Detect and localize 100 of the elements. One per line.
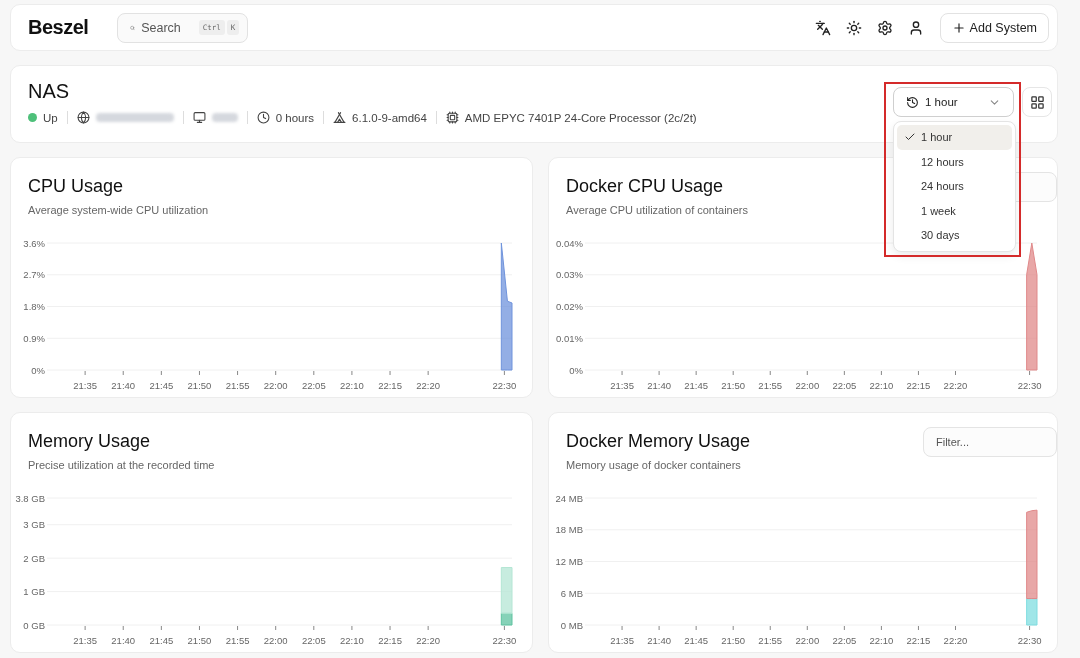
x-tick-label: 21:35 xyxy=(73,380,97,391)
x-tick-label: 21:45 xyxy=(149,380,174,391)
plus-icon xyxy=(951,20,966,35)
x-tick-label: 22:10 xyxy=(340,635,364,646)
y-tick-label: 24 MB xyxy=(555,492,583,504)
chart-subtitle: Average system-wide CPU utilization xyxy=(28,204,209,216)
x-tick-label: 21:40 xyxy=(647,380,671,391)
x-tick-label: 22:10 xyxy=(869,635,894,646)
settings-icon xyxy=(876,19,893,36)
x-tick-label: 21:45 xyxy=(149,635,174,646)
y-tick-label: 0.01% xyxy=(556,332,583,344)
y-tick-label: 0% xyxy=(569,364,583,376)
chart-title: CPU Usage xyxy=(28,176,125,197)
tick-mark xyxy=(198,370,200,376)
layout-button[interactable] xyxy=(1022,87,1052,117)
x-tick-label: 22:05 xyxy=(301,635,326,646)
y-tick-label: 6 MB xyxy=(560,587,583,599)
x-tick-label: 22:05 xyxy=(301,380,326,391)
tick-mark xyxy=(122,370,124,376)
x-tick-label: 22:00 xyxy=(263,380,288,391)
tick-mark xyxy=(389,625,391,631)
y-tick-label: 0 MB xyxy=(560,619,583,631)
x-tick-label: 22:10 xyxy=(869,380,894,391)
chart-title: Docker Memory Usage xyxy=(566,431,751,452)
x-tick-label: 21:40 xyxy=(111,635,136,646)
history-icon xyxy=(906,95,919,109)
x-tick-label: 21:35 xyxy=(610,635,634,646)
tick-mark xyxy=(806,625,808,631)
tick-mark xyxy=(695,370,697,376)
x-tick-label: 21:55 xyxy=(758,380,783,391)
chart-title: Memory Usage xyxy=(28,431,152,452)
tick-mark xyxy=(275,625,277,631)
tick-mark xyxy=(313,370,315,376)
y-tick-label: 12 MB xyxy=(555,556,583,567)
y-tick-label: 2.7% xyxy=(23,269,45,281)
tick-mark xyxy=(843,625,845,631)
logo[interactable]: Beszel xyxy=(28,16,89,39)
clock-icon xyxy=(256,111,270,124)
x-tick-label: 21:55 xyxy=(225,635,250,646)
tick-mark xyxy=(275,370,277,376)
tick-mark xyxy=(160,625,162,631)
x-tick-label: 22:05 xyxy=(832,635,857,646)
tick-mark xyxy=(621,625,623,631)
x-tick-label: 22:15 xyxy=(906,380,931,391)
y-tick-label: 1.8% xyxy=(23,301,45,312)
translate-icon xyxy=(814,19,831,36)
x-tick-label: 21:45 xyxy=(684,380,709,391)
tick-mark xyxy=(503,370,505,376)
x-tick-label: 21:50 xyxy=(721,380,746,391)
info-text: 6.1.0-9-amd64 xyxy=(352,111,427,124)
tick-mark xyxy=(160,370,162,376)
tick-mark xyxy=(917,625,919,631)
menu-option[interactable]: 12 hours xyxy=(897,149,1012,174)
x-tick-label: 21:50 xyxy=(187,380,212,391)
info-text: AMD EPYC 7401P 24-Core Processor (2c/2t) xyxy=(464,111,697,124)
x-tick-label: 22:10 xyxy=(340,380,364,391)
add-system-button[interactable]: Add System xyxy=(939,12,1049,43)
y-tick-label: 18 MB xyxy=(555,524,583,536)
tick-mark xyxy=(427,370,429,376)
x-tick-label: 22:20 xyxy=(943,635,968,646)
x-tick-label: 22:20 xyxy=(943,380,968,391)
tick-mark xyxy=(769,625,771,631)
tick-mark xyxy=(621,370,623,376)
y-tick-label: 0.04% xyxy=(556,237,583,249)
status-label: Up xyxy=(43,111,58,124)
x-tick-label: 22:00 xyxy=(795,635,820,646)
y-tick-label: 3.8 GB xyxy=(15,492,45,504)
grid-icon xyxy=(1029,94,1045,110)
y-tick-label: 0% xyxy=(31,364,45,376)
menu-option[interactable]: 30 days xyxy=(897,223,1012,248)
menu-option[interactable]: 1 hour xyxy=(897,125,1012,150)
x-tick-label: 22:30 xyxy=(1017,380,1042,391)
x-tick-label: 22:00 xyxy=(795,380,820,391)
y-tick-label: 0.03% xyxy=(556,269,583,281)
x-tick-label: 22:30 xyxy=(492,635,517,646)
x-tick-label: 22:30 xyxy=(492,380,517,391)
monitor-icon xyxy=(192,111,206,124)
chart-subtitle: Average CPU utilization of containers xyxy=(566,204,748,216)
tick-mark xyxy=(843,370,845,376)
x-tick-label: 21:45 xyxy=(684,635,709,646)
tick-mark xyxy=(732,625,734,631)
tick-mark xyxy=(1029,370,1031,376)
y-tick-label: 0 GB xyxy=(23,619,45,631)
tick-mark xyxy=(389,370,391,376)
sun-icon xyxy=(845,19,862,36)
time-range-select[interactable]: 1 hour xyxy=(893,87,1014,117)
x-tick-label: 21:55 xyxy=(225,380,250,391)
tick-mark xyxy=(880,370,882,376)
menu-option[interactable]: 24 hours xyxy=(897,174,1012,199)
x-tick-label: 21:35 xyxy=(73,635,97,646)
tick-mark xyxy=(427,625,429,631)
info-text: 0 hours xyxy=(275,111,315,124)
system-name: NAS xyxy=(28,80,70,103)
globe-icon xyxy=(76,111,90,124)
menu-option[interactable]: 1 week xyxy=(897,198,1012,223)
filter-field[interactable]: Filter... xyxy=(923,427,1057,457)
tick-mark xyxy=(237,625,239,631)
x-tick-label: 22:00 xyxy=(263,635,288,646)
tick-mark xyxy=(955,625,956,631)
y-tick-label: 3.6% xyxy=(23,237,45,249)
